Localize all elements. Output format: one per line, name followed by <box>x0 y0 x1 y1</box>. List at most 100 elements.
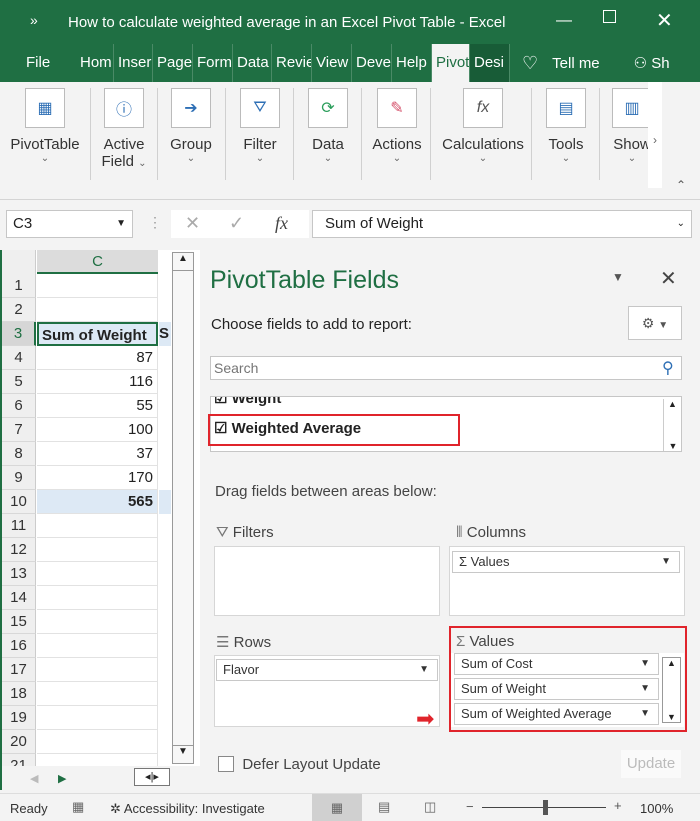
tab-formulas[interactable]: Form <box>193 44 233 82</box>
cell[interactable]: 55 <box>37 394 158 418</box>
tab-developer[interactable]: Deve <box>352 44 392 82</box>
cell[interactable]: 37 <box>37 442 158 466</box>
tab-page-layout[interactable]: Page <box>153 44 193 82</box>
hscroll-arrows[interactable]: ◂|▸ <box>134 768 170 786</box>
zoom-level[interactable]: 100% <box>640 801 673 816</box>
column-header-c[interactable]: C <box>37 250 158 274</box>
tab-insert[interactable]: Inser <box>114 44 153 82</box>
ribbon-scroll-right[interactable]: › <box>648 82 662 188</box>
tab-review[interactable]: Revie <box>272 44 312 82</box>
cell[interactable] <box>37 514 158 538</box>
chevron-down-icon[interactable]: ▼ <box>661 552 671 572</box>
field-list-scrollbar[interactable]: ▲ ▼ <box>663 399 681 451</box>
scroll-down-icon[interactable]: ▼ <box>664 441 681 451</box>
row-header[interactable]: 5 <box>2 370 36 394</box>
page-layout-view-button[interactable]: ▤ <box>378 799 390 815</box>
update-button[interactable]: Update <box>621 750 681 778</box>
row-header[interactable]: 3 <box>2 322 36 346</box>
tell-me-search[interactable]: Tell me <box>552 55 600 72</box>
insert-function-icon[interactable]: fx <box>275 210 288 236</box>
vertical-scrollbar[interactable]: ▲ ▼ <box>172 252 194 764</box>
row-header[interactable]: 11 <box>2 514 36 538</box>
rows-item-flavor[interactable]: Flavor ▼ <box>216 659 438 681</box>
checkbox-checked-icon[interactable]: ☑ <box>214 397 227 407</box>
pane-options-icon[interactable]: ▼ <box>612 270 624 284</box>
cell[interactable] <box>159 490 171 514</box>
maximize-button[interactable] <box>603 10 616 23</box>
row-header[interactable]: 13 <box>2 562 36 586</box>
row-header[interactable]: 20 <box>2 730 36 754</box>
row-header[interactable]: 2 <box>2 298 36 322</box>
worksheet-grid[interactable]: C 1 2 3 Sum of Weight S 4 87 5 116 6 55 7 100 8 37 9 170… <box>0 250 202 790</box>
row-header[interactable]: 4 <box>2 346 36 370</box>
row-header[interactable]: 17 <box>2 658 36 682</box>
row-header[interactable]: 1 <box>2 274 36 298</box>
cell[interactable]: 87 <box>37 346 158 370</box>
cell[interactable] <box>37 634 158 658</box>
row-header[interactable]: 19 <box>2 706 36 730</box>
row-header[interactable]: 15 <box>2 610 36 634</box>
scroll-up-icon[interactable]: ▲ <box>173 253 193 271</box>
tab-home[interactable]: Hom <box>76 44 114 82</box>
cell[interactable] <box>37 658 158 682</box>
cell[interactable]: 100 <box>37 418 158 442</box>
group-button[interactable]: ➔ Group ⌄ <box>163 88 219 164</box>
tab-pivottable-analyze[interactable]: Pivot <box>432 44 470 82</box>
row-header[interactable]: 10 <box>2 490 36 514</box>
qat-more-icon[interactable]: » <box>30 12 38 28</box>
expand-icon[interactable]: ⌄ <box>677 211 685 237</box>
active-field-button[interactable]: ⓘ Active Field ⌄ <box>96 88 152 170</box>
actions-button[interactable]: ✎ Actions ⌄ <box>366 88 428 164</box>
columns-item-values[interactable]: Σ Values ▼ <box>452 551 680 573</box>
row-header[interactable]: 16 <box>2 634 36 658</box>
cell[interactable] <box>37 586 158 610</box>
collapse-ribbon-icon[interactable]: ⌃ <box>676 178 686 192</box>
scroll-down-icon[interactable]: ▼ <box>173 745 193 763</box>
field-weight[interactable]: ☑ Weight <box>214 397 281 407</box>
filters-drop-area[interactable] <box>214 546 440 616</box>
page-break-view-button[interactable]: ◫ <box>424 799 436 815</box>
cell[interactable]: 116 <box>37 370 158 394</box>
tab-data[interactable]: Data <box>233 44 272 82</box>
scroll-up-icon[interactable]: ▲ <box>664 399 681 409</box>
search-input[interactable] <box>210 356 682 380</box>
sheet-prev-icon[interactable]: ◀ <box>30 772 38 785</box>
accessibility-status[interactable]: ✲ Accessibility: Investigate <box>110 801 265 817</box>
cell[interactable] <box>37 298 158 322</box>
select-all[interactable] <box>2 250 36 274</box>
sheet-next-icon[interactable]: ▶ <box>58 772 66 785</box>
pivottable-button[interactable]: ▦ PivotTable ⌄ <box>8 88 82 164</box>
tab-design[interactable]: Desi <box>470 44 510 82</box>
row-header[interactable]: 12 <box>2 538 36 562</box>
macro-icon[interactable]: ▦ <box>72 799 84 815</box>
close-button[interactable]: ✕ <box>656 8 673 33</box>
cell[interactable]: 565 <box>37 490 158 514</box>
tab-file[interactable]: File <box>0 44 76 82</box>
settings-button[interactable]: ⚙ ▼ <box>628 306 682 340</box>
row-header[interactable]: 6 <box>2 394 36 418</box>
enter-icon[interactable]: ✓ <box>229 210 244 236</box>
zoom-slider-thumb[interactable] <box>543 800 548 815</box>
tab-help[interactable]: Help <box>392 44 432 82</box>
name-box[interactable]: C3 ▼ <box>6 210 133 238</box>
columns-drop-area[interactable]: Σ Values ▼ <box>449 546 685 616</box>
share-button[interactable]: ⚇ Sh <box>634 54 670 72</box>
checkbox-icon[interactable] <box>218 756 234 772</box>
tab-view[interactable]: View <box>312 44 352 82</box>
row-header[interactable]: 18 <box>2 682 36 706</box>
calculations-button[interactable]: fx Calculations ⌄ <box>438 88 528 164</box>
cell[interactable]: 170 <box>37 466 158 490</box>
cell[interactable] <box>37 730 158 754</box>
cell[interactable]: Sum of Weight <box>37 322 158 346</box>
defer-layout-checkbox[interactable]: Defer Layout Update <box>218 756 381 773</box>
row-header[interactable]: 9 <box>2 466 36 490</box>
normal-view-button[interactable]: ▦ <box>312 794 362 821</box>
data-button[interactable]: ⟳ Data ⌄ <box>300 88 356 164</box>
cell[interactable] <box>37 706 158 730</box>
zoom-out-button[interactable]: − <box>466 799 474 814</box>
row-header[interactable]: 8 <box>2 442 36 466</box>
close-pane-icon[interactable]: ✕ <box>660 266 677 291</box>
cell[interactable] <box>37 682 158 706</box>
filter-button[interactable]: ⛛ Filter ⌄ <box>232 88 288 164</box>
chevron-down-icon[interactable]: ▼ <box>419 660 429 680</box>
